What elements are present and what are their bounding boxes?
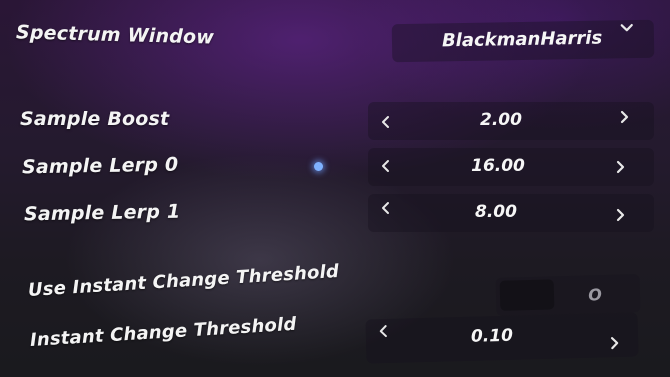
sample-lerp-1-stepper[interactable]: 8.00 (368, 194, 654, 232)
instant-change-threshold-stepper[interactable]: 0.10 (365, 312, 639, 364)
use-instant-change-threshold-label: Use Instant Change Threshold (27, 261, 340, 301)
chevron-down-icon[interactable] (617, 18, 637, 38)
sample-lerp-0-label: Sample Lerp 0 (21, 153, 179, 179)
sample-lerp-0-value: 16.00 (471, 156, 525, 176)
chevron-left-icon[interactable] (374, 321, 395, 342)
spectrum-window-value: BlackmanHarris (441, 27, 603, 52)
spectrum-window-dropdown[interactable]: BlackmanHarris (391, 18, 655, 63)
chevron-left-icon[interactable] (376, 156, 396, 176)
toggle-knob-area (499, 279, 555, 311)
spectrum-window-label: Spectrum Window (15, 21, 215, 49)
sample-lerp-1-value: 8.00 (475, 202, 517, 222)
pointer-dot (314, 162, 323, 171)
sample-boost-value: 2.00 (480, 110, 522, 130)
instant-change-threshold-value: 0.10 (470, 325, 514, 347)
sample-boost-stepper[interactable]: 2.00 (368, 102, 654, 140)
chevron-right-icon[interactable] (604, 333, 625, 354)
chevron-left-icon[interactable] (376, 112, 396, 132)
sample-lerp-1-label: Sample Lerp 1 (23, 200, 181, 226)
chevron-right-icon[interactable] (614, 107, 634, 127)
instant-change-threshold-label: Instant Change Threshold (29, 313, 298, 351)
chevron-right-icon[interactable] (610, 205, 630, 225)
sample-lerp-0-stepper[interactable]: 16.00 (368, 148, 654, 186)
sample-boost-label: Sample Boost (20, 108, 170, 130)
chevron-right-icon[interactable] (610, 157, 630, 177)
chevron-left-icon[interactable] (376, 198, 396, 218)
use-instant-change-threshold-value: O (587, 285, 603, 305)
use-instant-change-threshold-toggle[interactable]: O (495, 274, 641, 316)
